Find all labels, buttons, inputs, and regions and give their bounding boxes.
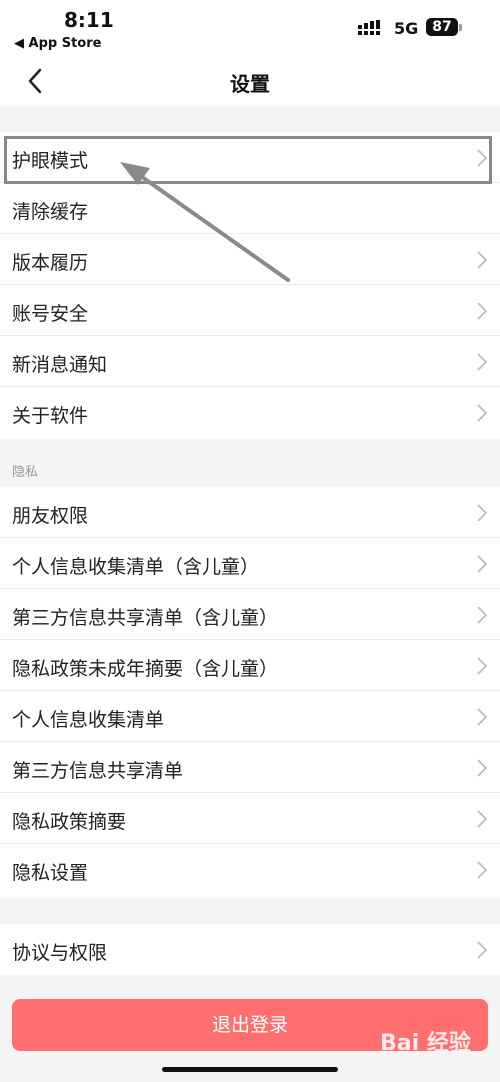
row-label: 清除缓存: [12, 201, 89, 223]
row-clear-cache[interactable]: 清除缓存: [0, 183, 500, 234]
row-label: 第三方信息共享清单: [12, 760, 184, 782]
network-type: 5G: [394, 19, 419, 38]
chevron-right-icon: [477, 941, 488, 959]
chevron-right-icon: [477, 810, 488, 828]
row-version-history[interactable]: 版本履历: [0, 234, 500, 285]
row-minor-privacy-summary[interactable]: 隐私政策未成年摘要（含儿童）: [0, 640, 500, 691]
row-privacy-settings[interactable]: 隐私设置: [0, 844, 500, 895]
row-new-message-notification[interactable]: 新消息通知: [0, 336, 500, 387]
watermark-logo: Bai 经验: [380, 1031, 471, 1056]
status-time: 8:11: [64, 8, 114, 32]
settings-group-agreements: 协议与权限: [0, 924, 500, 975]
chevron-right-icon: [477, 657, 488, 675]
page-title: 设置: [230, 72, 270, 96]
row-label: 版本履历: [12, 252, 89, 274]
row-label: 个人信息收集清单: [12, 709, 165, 731]
chevron-right-icon: [477, 251, 488, 269]
row-third-party-sharing[interactable]: 第三方信息共享清单: [0, 742, 500, 793]
chevron-right-icon: [477, 606, 488, 624]
row-label: 护眼模式: [12, 150, 89, 172]
chevron-right-icon: [477, 861, 488, 879]
row-eye-protection[interactable]: 护眼模式: [0, 132, 500, 183]
row-personal-info-list-children[interactable]: 个人信息收集清单（含儿童）: [0, 538, 500, 589]
row-label: 新消息通知: [12, 354, 108, 376]
row-privacy-policy-summary[interactable]: 隐私政策摘要: [0, 793, 500, 844]
status-bar: 8:11 ◀ App Store 5G 87: [0, 0, 500, 56]
chevron-right-icon: [477, 353, 488, 371]
row-personal-info-list[interactable]: 个人信息收集清单: [0, 691, 500, 742]
settings-group-privacy: 朋友权限 个人信息收集清单（含儿童） 第三方信息共享清单（含儿童） 隐私政策未成…: [0, 487, 500, 898]
chevron-right-icon: [477, 404, 488, 422]
row-label: 协议与权限: [12, 942, 108, 964]
row-label: 隐私设置: [12, 862, 89, 884]
row-label: 账号安全: [12, 303, 89, 325]
row-label: 个人信息收集清单（含儿童）: [12, 556, 260, 578]
chevron-right-icon: [477, 759, 488, 777]
row-label: 隐私政策未成年摘要（含儿童）: [12, 658, 279, 680]
row-about-software[interactable]: 关于软件: [0, 387, 500, 438]
row-label: 隐私政策摘要: [12, 811, 127, 833]
row-label: 关于软件: [12, 405, 89, 427]
battery-tip: [459, 24, 462, 31]
chevron-right-icon: [477, 302, 488, 320]
chevron-right-icon: [477, 708, 488, 726]
signal-icon: [358, 20, 380, 35]
back-to-app-store[interactable]: ◀ App Store: [14, 36, 101, 51]
chevron-right-icon: [477, 149, 488, 167]
home-indicator: [162, 1067, 338, 1072]
row-account-security[interactable]: 账号安全: [0, 285, 500, 336]
row-third-party-sharing-children[interactable]: 第三方信息共享清单（含儿童）: [0, 589, 500, 640]
row-agreements-permissions[interactable]: 协议与权限: [0, 924, 500, 975]
battery-icon: 87: [426, 18, 458, 36]
row-friend-permissions[interactable]: 朋友权限: [0, 487, 500, 538]
privacy-section-title: 隐私: [12, 465, 39, 480]
chevron-right-icon: [477, 504, 488, 522]
row-label: 第三方信息共享清单（含儿童）: [12, 607, 279, 629]
chevron-right-icon: [477, 555, 488, 573]
nav-bar: 设置: [0, 56, 500, 106]
row-label: 朋友权限: [12, 505, 89, 527]
settings-group-general: 护眼模式 清除缓存 版本履历 账号安全 新消息通知 关于软件: [0, 132, 500, 439]
